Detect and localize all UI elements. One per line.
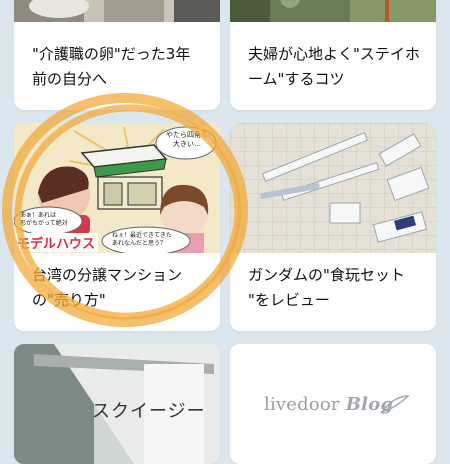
article-card-stay-home[interactable]: 夫婦が心地よく"ステイホ ーム"するコツ bbox=[230, 0, 436, 110]
article-card-gundam[interactable]: ガンダムの"食玩セット "をレビュー bbox=[230, 123, 436, 331]
squeegee-photo: スクイージー bbox=[14, 344, 220, 464]
article-card-squeegee[interactable]: スクイージー bbox=[14, 344, 220, 464]
livedoor-blog-logo: livedoor Blog bbox=[264, 394, 394, 415]
article-thumbnail bbox=[14, 0, 220, 22]
article-thumbnail bbox=[230, 0, 436, 22]
comic-bubble-right: ねぇ！最近できてきた あれなんだと思う？ bbox=[112, 232, 172, 247]
comic-illustration: やたら四角く 大きい… あぁ！あれは 形がちがって絶対 ねぇ！最近できてきた あ… bbox=[14, 123, 220, 253]
feather-icon bbox=[380, 395, 410, 414]
gundam-model-photo bbox=[230, 123, 436, 253]
article-title[interactable]: 台湾の分譲マンション の"売り方" bbox=[32, 263, 206, 313]
comic-banner-model-house: モデルハウス bbox=[14, 233, 99, 252]
article-title[interactable]: "介護職の卵"だった3年 前の自分へ bbox=[32, 42, 206, 92]
squeegee-caption: スクイージー bbox=[92, 401, 206, 422]
livedoor-blog-card[interactable]: livedoor Blog bbox=[230, 344, 436, 464]
article-title[interactable]: ガンダムの"食玩セット "をレビュー bbox=[248, 263, 422, 313]
comic-bubble-top: やたら四角く 大きい… bbox=[166, 131, 208, 148]
comic-bubble-left: あぁ！あれは 形がちがって絶対 bbox=[20, 212, 68, 227]
article-title[interactable]: 夫婦が心地よく"ステイホ ーム"するコツ bbox=[248, 42, 422, 92]
article-card-caregiver[interactable]: "介護職の卵"だった3年 前の自分へ bbox=[14, 0, 220, 110]
article-card-taiwan-condo[interactable]: やたら四角く 大きい… あぁ！あれは 形がちがって絶対 ねぇ！最近できてきた あ… bbox=[14, 123, 220, 331]
